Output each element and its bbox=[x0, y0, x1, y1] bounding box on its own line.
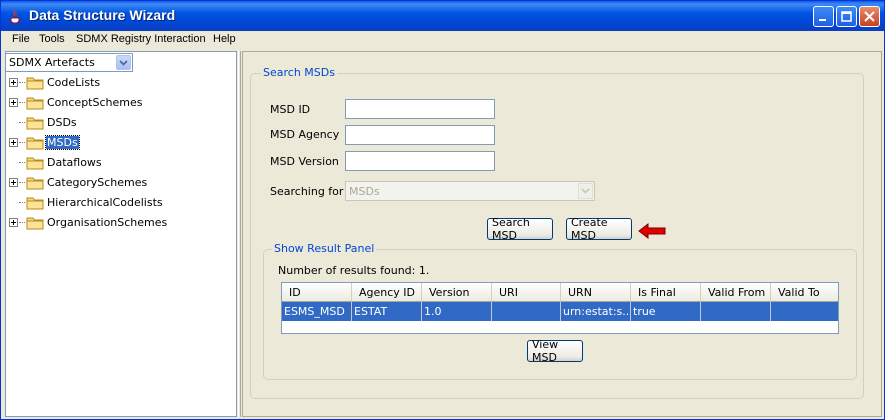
cell-id: ESMS_MSD bbox=[282, 302, 352, 321]
menu-sdmx-registry-interaction[interactable]: SDMX Registry Interaction bbox=[76, 33, 206, 45]
expand-toggle[interactable] bbox=[9, 178, 18, 187]
tree-item-label: OrganisationSchemes bbox=[47, 216, 168, 229]
folder-icon bbox=[26, 117, 44, 130]
results-table: ID Agency ID Version URI URN Is Final Va… bbox=[281, 282, 839, 334]
cell-version: 1.0 bbox=[422, 302, 492, 321]
cell-is-final: true bbox=[631, 302, 701, 321]
minimize-icon bbox=[819, 19, 826, 21]
title-bar[interactable]: Data Structure Wizard bbox=[1, 1, 884, 31]
column-header-id[interactable]: ID bbox=[282, 283, 352, 302]
tree-connector bbox=[19, 122, 25, 123]
cell-valid-to bbox=[771, 302, 838, 321]
results-count: Number of results found: 1. bbox=[278, 264, 430, 277]
expand-toggle[interactable] bbox=[9, 78, 18, 87]
tree-connector bbox=[19, 182, 25, 183]
folder-icon bbox=[26, 137, 44, 150]
folder-icon bbox=[26, 77, 44, 90]
table-row[interactable]: ESMS_MSD ESTAT 1.0 urn:estat:s... true bbox=[282, 302, 838, 321]
menu-help[interactable]: Help bbox=[213, 33, 236, 45]
maximize-icon bbox=[841, 11, 852, 22]
minimize-button[interactable] bbox=[813, 6, 834, 27]
tree-item-label: CodeLists bbox=[47, 76, 101, 89]
cell-valid-from bbox=[701, 302, 771, 321]
searching-for-select: MSDs bbox=[345, 181, 595, 201]
tree-connector bbox=[19, 162, 25, 163]
column-header-valid-to[interactable]: Valid To bbox=[771, 283, 838, 302]
expand-toggle[interactable] bbox=[9, 218, 18, 227]
app-window: Data Structure Wizard File Tools SDMX Re… bbox=[0, 0, 885, 420]
folder-icon bbox=[26, 97, 44, 110]
msd-agency-input[interactable] bbox=[345, 125, 495, 145]
artefact-type-value: SDMX Artefacts bbox=[9, 56, 95, 69]
folder-icon bbox=[26, 177, 44, 190]
create-msd-button[interactable]: Create MSD bbox=[566, 216, 632, 242]
maximize-button[interactable] bbox=[836, 6, 857, 27]
tree-item-label: DSDs bbox=[47, 116, 77, 129]
folder-icon bbox=[26, 197, 44, 210]
search-group-title: Search MSDs bbox=[261, 66, 337, 79]
chevron-down-icon bbox=[581, 188, 590, 194]
expand-toggle[interactable] bbox=[9, 138, 18, 147]
tree-item-label: MSDs bbox=[45, 135, 80, 150]
window-title: Data Structure Wizard bbox=[29, 7, 176, 23]
tree-connector bbox=[19, 142, 25, 143]
pane-splitter[interactable] bbox=[238, 51, 241, 417]
column-header-is-final[interactable]: Is Final bbox=[631, 283, 701, 302]
column-header-version[interactable]: Version bbox=[422, 283, 492, 302]
result-panel-title: Show Result Panel bbox=[272, 242, 377, 255]
tree-item-label: ConceptSchemes bbox=[47, 96, 143, 109]
cell-uri bbox=[492, 302, 561, 321]
msd-id-input[interactable] bbox=[345, 99, 495, 119]
search-msd-button[interactable]: Search MSD bbox=[487, 216, 553, 242]
column-header-uri[interactable]: URI bbox=[492, 283, 561, 302]
msd-id-label: MSD ID bbox=[270, 103, 311, 116]
cell-agency-id: ESTAT bbox=[352, 302, 422, 321]
chevron-down-icon bbox=[119, 59, 128, 66]
tree-item-label: Dataflows bbox=[47, 156, 102, 169]
select-arrow bbox=[578, 183, 593, 199]
dropdown-button[interactable] bbox=[116, 55, 131, 70]
tree-connector bbox=[19, 202, 25, 203]
view-msd-button[interactable]: View MSD bbox=[527, 338, 583, 364]
tree-connector bbox=[19, 102, 25, 103]
cell-urn: urn:estat:s... bbox=[561, 302, 631, 321]
menu-tools[interactable]: Tools bbox=[39, 33, 65, 45]
close-button[interactable] bbox=[859, 6, 880, 27]
expand-toggle[interactable] bbox=[9, 98, 18, 107]
msd-agency-label: MSD Agency bbox=[270, 128, 340, 141]
column-header-agency-id[interactable]: Agency ID bbox=[352, 283, 422, 302]
msd-version-label: MSD Version bbox=[270, 155, 339, 168]
close-icon bbox=[864, 11, 875, 22]
folder-icon bbox=[26, 157, 44, 170]
searching-for-label: Searching for bbox=[270, 185, 344, 198]
msd-version-input[interactable] bbox=[345, 151, 495, 171]
column-header-urn[interactable]: URN bbox=[561, 283, 631, 302]
folder-icon bbox=[26, 217, 44, 230]
artefact-type-select[interactable]: SDMX Artefacts bbox=[5, 53, 133, 72]
annotation-arrow-icon bbox=[638, 222, 666, 240]
java-cup-icon bbox=[10, 9, 20, 24]
tree-connector bbox=[19, 222, 25, 223]
tree-item-label: CategorySchemes bbox=[47, 176, 148, 189]
menu-bar: File Tools SDMX Registry Interaction Hel… bbox=[1, 31, 884, 49]
column-header-valid-from[interactable]: Valid From bbox=[701, 283, 771, 302]
tree-connector bbox=[19, 82, 25, 83]
tree-item-label: HierarchicalCodelists bbox=[47, 196, 163, 209]
menu-file[interactable]: File bbox=[12, 33, 30, 45]
searching-for-value: MSDs bbox=[349, 185, 380, 198]
